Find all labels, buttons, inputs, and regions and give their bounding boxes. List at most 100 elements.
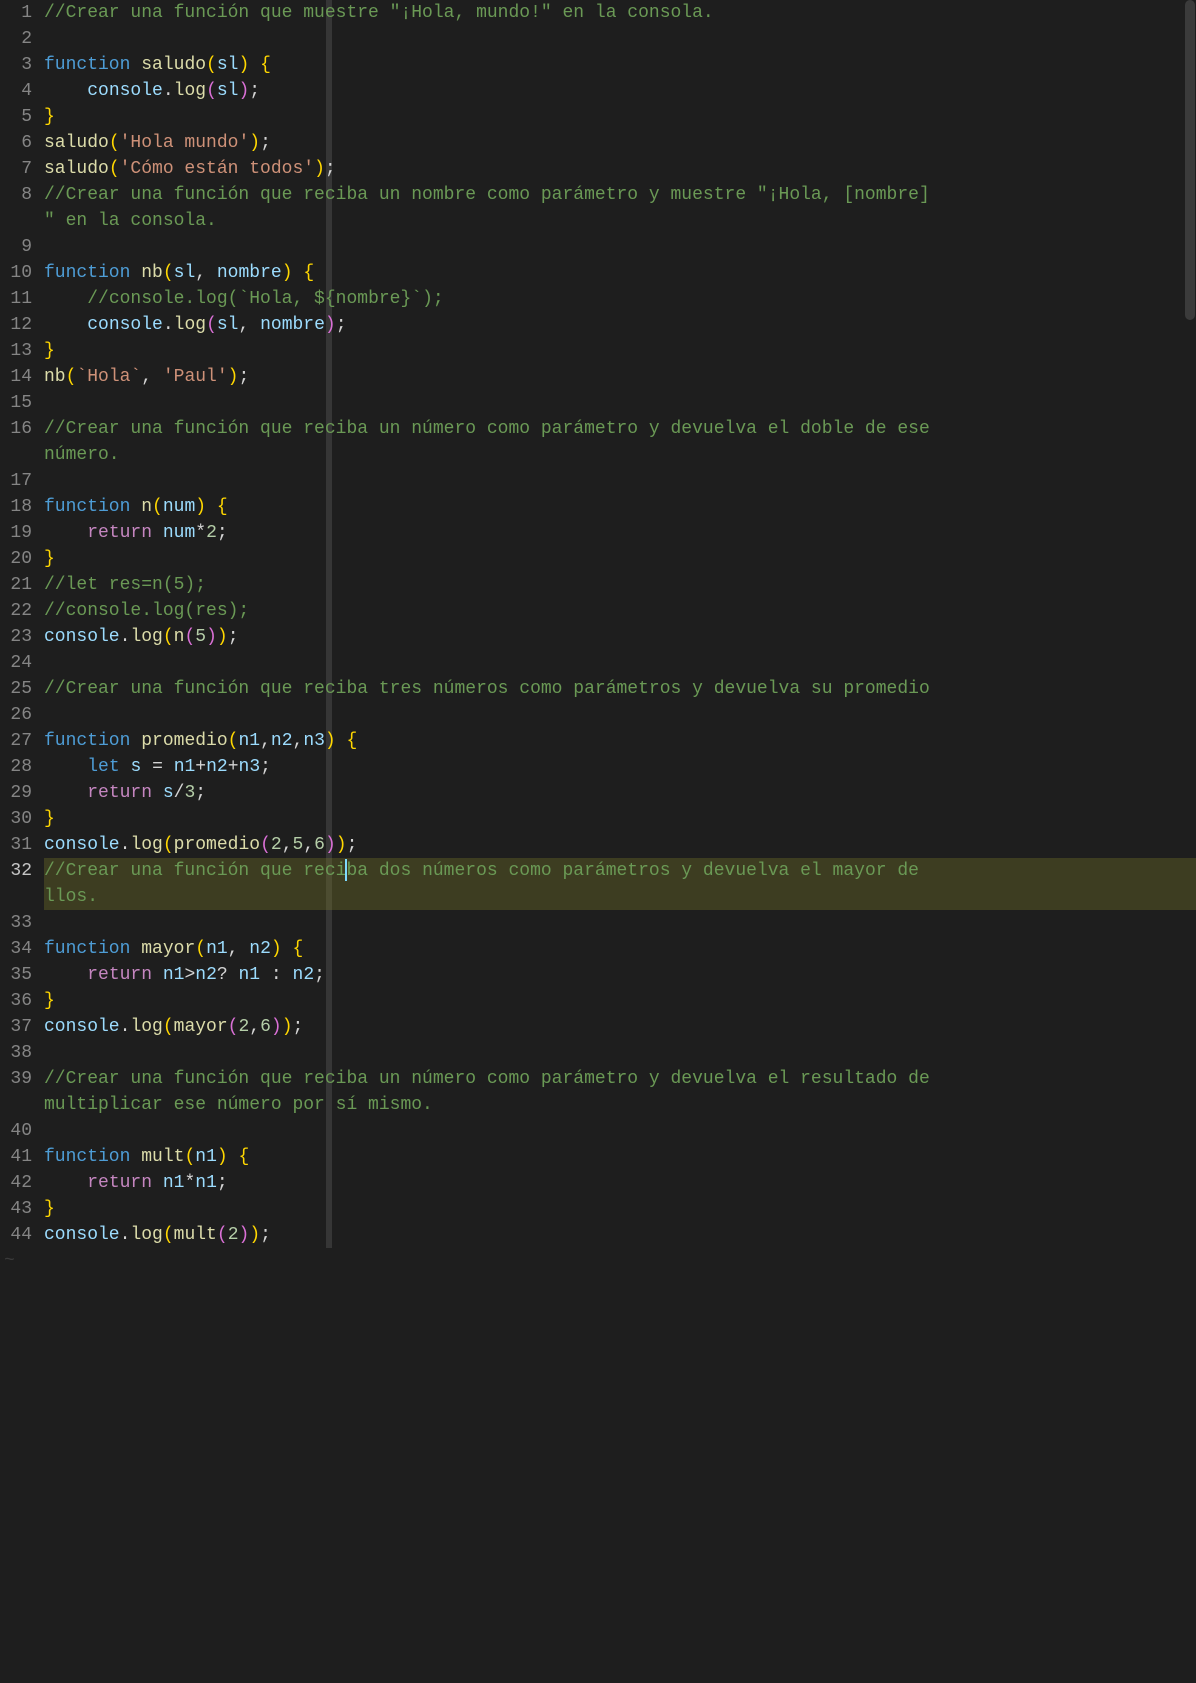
code-token xyxy=(282,965,293,985)
code-token: function xyxy=(44,1147,130,1167)
code-line[interactable]: console.log(promedio(2,5,6)); xyxy=(44,832,1196,858)
line-number: 35 xyxy=(0,962,32,988)
code-line[interactable]: let s = n1+n2+n3; xyxy=(44,754,1196,780)
code-token: n1 xyxy=(238,731,260,751)
code-token xyxy=(44,965,87,985)
code-token: n3 xyxy=(303,731,325,751)
line-number: 24 xyxy=(0,650,32,676)
line-number: 17 xyxy=(0,468,32,494)
code-token: n2 xyxy=(195,965,217,985)
code-line[interactable]: } xyxy=(44,546,1196,572)
code-token: mayor xyxy=(141,939,195,959)
code-token xyxy=(130,263,141,283)
code-token: , xyxy=(260,731,271,751)
code-line[interactable]: } xyxy=(44,338,1196,364)
code-line[interactable]: function saludo(sl) { xyxy=(44,52,1196,78)
code-line[interactable] xyxy=(44,234,1196,260)
code-token: { xyxy=(303,263,314,283)
code-token: //Crear una función que reciba tres núme… xyxy=(44,679,930,699)
code-line[interactable]: } xyxy=(44,988,1196,1014)
code-token: ( xyxy=(163,835,174,855)
code-token xyxy=(130,939,141,959)
code-line[interactable]: //console.log(res); xyxy=(44,598,1196,624)
code-line[interactable]: llos. xyxy=(44,884,1196,910)
code-line[interactable]: //Crear una función que reciba un nombre… xyxy=(44,182,1196,208)
code-line[interactable]: //Crear una función que reciba un número… xyxy=(44,1066,1196,1092)
code-line[interactable]: return num*2; xyxy=(44,520,1196,546)
code-token xyxy=(141,757,152,777)
vertical-scrollbar[interactable] xyxy=(1184,0,1196,1248)
code-line[interactable] xyxy=(44,650,1196,676)
code-token: ; xyxy=(260,133,271,153)
code-token: . xyxy=(163,315,174,335)
code-line[interactable]: //Crear una función que reciba dos númer… xyxy=(44,858,1196,884)
code-line[interactable]: console.log(sl); xyxy=(44,78,1196,104)
code-token: ( xyxy=(163,263,174,283)
code-area[interactable]: //Crear una función que muestre "¡Hola, … xyxy=(38,0,1196,1248)
code-line[interactable]: saludo('Hola mundo'); xyxy=(44,130,1196,156)
code-line[interactable] xyxy=(44,702,1196,728)
code-line[interactable]: function mayor(n1, n2) { xyxy=(44,936,1196,962)
code-line[interactable]: //Crear una función que reciba tres núme… xyxy=(44,676,1196,702)
code-token: mayor xyxy=(174,1017,228,1037)
code-token: + xyxy=(195,757,206,777)
code-line[interactable]: console.log(mult(2)); xyxy=(44,1222,1196,1248)
code-line[interactable] xyxy=(44,468,1196,494)
code-token: ) xyxy=(217,1147,228,1167)
code-token: 'Cómo están todos' xyxy=(120,159,314,179)
code-line[interactable]: return s/3; xyxy=(44,780,1196,806)
scrollbar-thumb[interactable] xyxy=(1185,0,1195,320)
code-line[interactable]: } xyxy=(44,806,1196,832)
code-token: ( xyxy=(228,1017,239,1037)
line-number: 13 xyxy=(0,338,32,364)
line-number: 10 xyxy=(0,260,32,286)
code-line[interactable]: nb(`Hola`, 'Paul'); xyxy=(44,364,1196,390)
empty-line-marker: ~ xyxy=(0,1248,1196,1274)
code-line[interactable] xyxy=(44,26,1196,52)
code-line[interactable]: " en la consola. xyxy=(44,208,1196,234)
code-line[interactable] xyxy=(44,390,1196,416)
code-line[interactable]: console.log(n(5)); xyxy=(44,624,1196,650)
code-line[interactable]: function nb(sl, nombre) { xyxy=(44,260,1196,286)
code-line[interactable]: } xyxy=(44,104,1196,130)
code-line[interactable]: //Crear una función que reciba un número… xyxy=(44,416,1196,442)
code-line[interactable]: return n1*n1; xyxy=(44,1170,1196,1196)
code-line[interactable]: //let res=n(5); xyxy=(44,572,1196,598)
code-token: n xyxy=(174,627,185,647)
code-line[interactable]: console.log(mayor(2,6)); xyxy=(44,1014,1196,1040)
line-number: 2 xyxy=(0,26,32,52)
code-token: 'Paul' xyxy=(163,367,228,387)
code-token: s xyxy=(163,783,174,803)
code-line[interactable]: return n1>n2? n1 : n2; xyxy=(44,962,1196,988)
code-editor[interactable]: 1234567891011121314151617181920212223242… xyxy=(0,0,1196,1248)
code-line[interactable]: function promedio(n1,n2,n3) { xyxy=(44,728,1196,754)
line-number: 22 xyxy=(0,598,32,624)
code-token: ; xyxy=(325,159,336,179)
code-line[interactable]: } xyxy=(44,1196,1196,1222)
code-token xyxy=(44,315,87,335)
code-token: ( xyxy=(163,1017,174,1037)
line-number: 37 xyxy=(0,1014,32,1040)
code-line[interactable]: //Crear una función que muestre "¡Hola, … xyxy=(44,0,1196,26)
code-token: ) xyxy=(325,835,336,855)
code-line[interactable] xyxy=(44,1118,1196,1144)
code-token: console xyxy=(87,81,163,101)
code-token: log xyxy=(174,315,206,335)
line-number: 7 xyxy=(0,156,32,182)
code-token: 5 xyxy=(293,835,304,855)
code-line[interactable] xyxy=(44,910,1196,936)
code-line[interactable]: saludo('Cómo están todos'); xyxy=(44,156,1196,182)
line-number: 25 xyxy=(0,676,32,702)
code-line[interactable]: multiplicar ese número por sí mismo. xyxy=(44,1092,1196,1118)
code-line[interactable] xyxy=(44,1040,1196,1066)
code-line[interactable]: function mult(n1) { xyxy=(44,1144,1196,1170)
code-token: { xyxy=(217,497,228,517)
code-token: 2 xyxy=(238,1017,249,1037)
code-line[interactable]: número. xyxy=(44,442,1196,468)
code-token: multiplicar ese número por sí mismo. xyxy=(44,1095,433,1115)
code-line[interactable]: console.log(sl, nombre); xyxy=(44,312,1196,338)
code-line[interactable]: //console.log(`Hola, ${nombre}`); xyxy=(44,286,1196,312)
code-line[interactable]: function n(num) { xyxy=(44,494,1196,520)
line-number: 21 xyxy=(0,572,32,598)
code-token: n1 xyxy=(195,1147,217,1167)
